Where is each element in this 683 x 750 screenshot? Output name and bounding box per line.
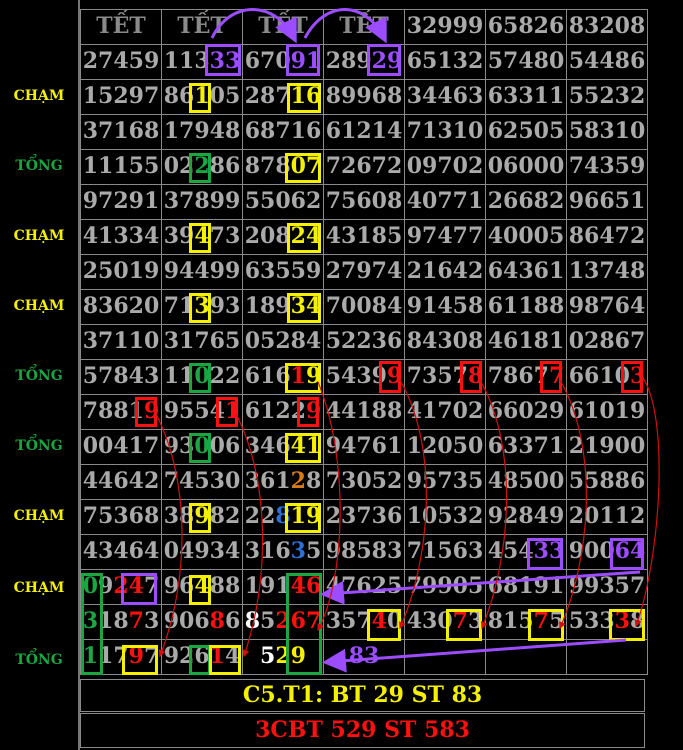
purple-arrow [320, 570, 641, 605]
red-curve [559, 379, 587, 630]
red-curve [634, 377, 660, 628]
purple-arrow [322, 638, 627, 673]
result-line-2: 3CBT 529 ST 583 [80, 713, 645, 748]
purple-arc [303, 8, 387, 44]
purple-arc [210, 8, 297, 44]
red-curve [235, 413, 264, 658]
result-line-1: C5.T1: BT 29 ST 83 [80, 679, 645, 712]
red-curve [399, 379, 427, 630]
connector-arrows [155, 8, 660, 673]
red-curve [479, 379, 508, 630]
red-curve [155, 413, 183, 658]
